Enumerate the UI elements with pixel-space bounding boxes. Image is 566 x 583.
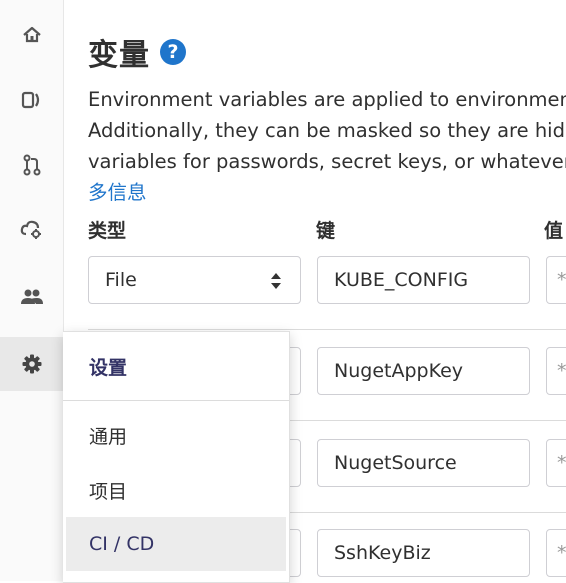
key-input-value: SshKeyBiz — [334, 542, 431, 564]
project-icon — [21, 90, 43, 110]
variables-description: Environment variables are applied to env… — [88, 84, 566, 208]
more-info-link[interactable]: 多信息 — [88, 177, 566, 208]
rail-item-settings[interactable] — [0, 337, 63, 391]
flyout-item-project[interactable]: 项目 — [63, 463, 289, 517]
key-input[interactable]: NugetAppKey — [317, 347, 530, 395]
column-header-type: 类型 — [88, 220, 127, 242]
key-input[interactable]: SshKeyBiz — [317, 529, 530, 577]
flyout-header-settings[interactable]: 设置 — [63, 332, 289, 401]
key-input-value: NugetSource — [334, 452, 457, 474]
rail-item-project[interactable] — [0, 73, 63, 127]
page-title: 变量 — [88, 38, 150, 73]
description-line: Additionally, they can be masked so they… — [88, 119, 566, 142]
value-input[interactable]: * — [546, 256, 566, 304]
value-mask: * — [557, 360, 566, 382]
flyout-item-general[interactable]: 通用 — [63, 408, 289, 462]
merge-request-icon — [22, 154, 42, 176]
key-input[interactable]: KUBE_CONFIG — [317, 256, 530, 304]
members-icon — [20, 287, 44, 307]
column-header-value: 值 — [544, 220, 564, 242]
description-line: variables for passwords, secret keys, or… — [88, 150, 566, 173]
select-arrows-icon — [271, 273, 281, 289]
settings-flyout-menu: 设置 通用 项目 CI / CD — [63, 331, 290, 583]
rail-item-deployments[interactable] — [0, 203, 63, 257]
key-input[interactable]: NugetSource — [317, 439, 530, 487]
key-input-value: NugetAppKey — [334, 360, 464, 382]
deploy-icon — [20, 219, 44, 241]
key-input-value: KUBE_CONFIG — [334, 269, 469, 291]
column-header-key: 键 — [316, 220, 336, 242]
row-divider — [88, 329, 566, 330]
value-mask: * — [557, 452, 566, 474]
value-mask: * — [557, 269, 566, 291]
home-icon — [22, 25, 42, 45]
page-title-row: 变量 ? — [88, 30, 186, 74]
help-icon[interactable]: ? — [160, 39, 186, 65]
value-input[interactable]: * — [546, 347, 566, 395]
type-select[interactable]: File — [88, 256, 301, 304]
settings-icon — [21, 353, 43, 375]
type-select-value: File — [105, 269, 137, 291]
left-rail — [0, 0, 64, 581]
flyout-item-ci-cd[interactable]: CI / CD — [66, 517, 286, 571]
value-mask: * — [557, 542, 566, 564]
value-input[interactable]: * — [546, 529, 566, 577]
value-input[interactable]: * — [546, 439, 566, 487]
rail-item-home[interactable] — [0, 8, 63, 62]
description-line: Environment variables are applied to env… — [88, 88, 566, 111]
rail-item-merge-requests[interactable] — [0, 138, 63, 192]
rail-item-members[interactable] — [0, 270, 63, 324]
